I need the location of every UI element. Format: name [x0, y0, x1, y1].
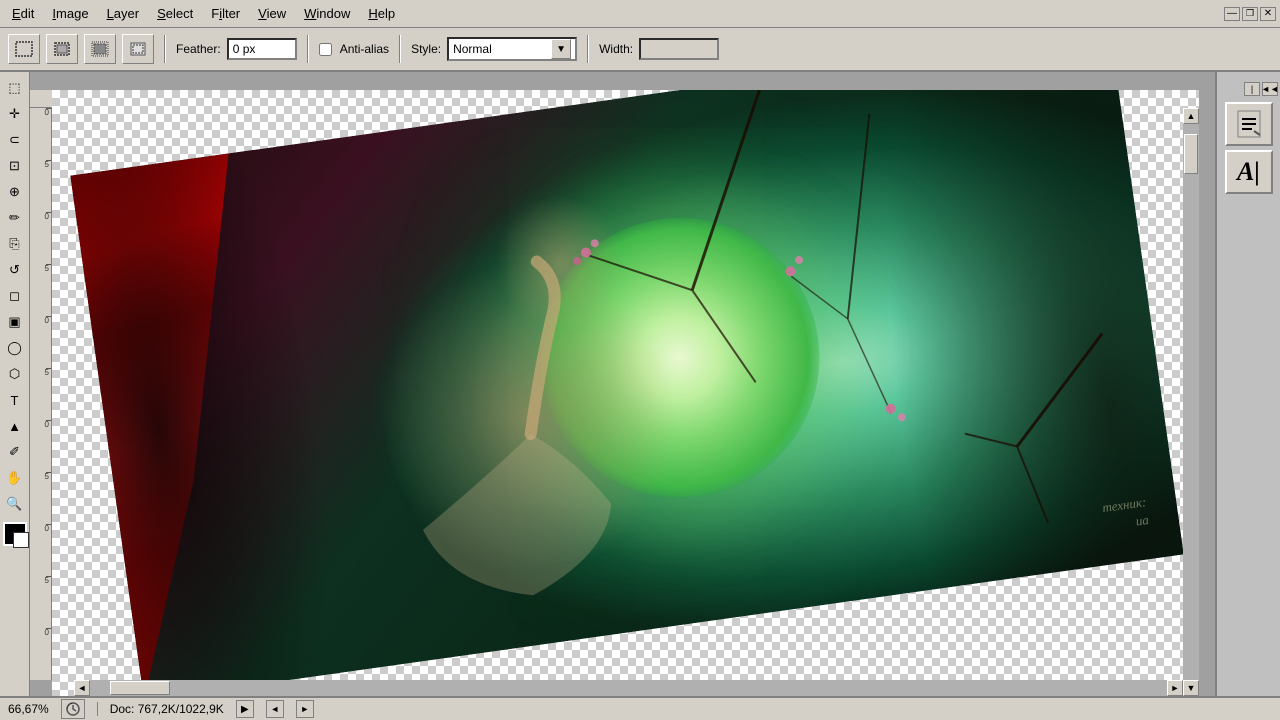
- style-label: Style:: [411, 42, 441, 56]
- tool-path[interactable]: ⬡: [3, 362, 27, 386]
- ruler-v-tick: 0: [31, 628, 49, 637]
- tool-eyedropper[interactable]: ✐: [3, 440, 27, 464]
- style-dropdown[interactable]: Normal ▼: [447, 37, 577, 61]
- tool-zoom[interactable]: 🔍: [3, 492, 27, 516]
- lasso-button[interactable]: [84, 34, 116, 64]
- ruler-v-tick: 0: [31, 420, 49, 429]
- anti-alias-label: Anti-alias: [340, 42, 389, 56]
- main-area: ⬚ ✛ ⊂ ⊡ ⊕ ✏ ⎘ ↺ ◻ ▣ ◯ ⬡ T ▲ ✐ ✋ 🔍 050100…: [0, 72, 1280, 696]
- scroll-thumb-horizontal[interactable]: [110, 681, 170, 695]
- zoom-history-button[interactable]: [61, 699, 85, 719]
- rectangular-marquee-button[interactable]: [8, 34, 40, 64]
- feather-label: Feather:: [176, 42, 221, 56]
- tool-lasso[interactable]: ⊂: [3, 128, 27, 152]
- canvas-area[interactable]: техник:ua ▲ ▼ ◄ ►: [52, 90, 1199, 696]
- menu-layer[interactable]: Layer: [99, 3, 148, 24]
- canvas-wrapper: 050100150200250300350400450500550600 050…: [30, 72, 1215, 696]
- tool-brush[interactable]: ✏: [3, 206, 27, 230]
- scroll-thumb-vertical[interactable]: [1184, 134, 1198, 174]
- ruler-v-tick: 5: [31, 160, 49, 169]
- style-dropdown-arrow: ▼: [551, 39, 571, 59]
- tool-dodge[interactable]: ◯: [3, 336, 27, 360]
- play-button[interactable]: ▶: [236, 700, 254, 718]
- tool-stamp[interactable]: ⎘: [3, 232, 27, 256]
- restore-button[interactable]: ❐: [1242, 7, 1258, 21]
- right-panel: | ◄◄ A|: [1215, 72, 1280, 696]
- scroll-right-button[interactable]: ►: [1167, 680, 1183, 696]
- ruler-v-tick: 5: [31, 264, 49, 273]
- doc-info: Doc: 767,2K/1022,9K: [110, 702, 224, 716]
- figure-element: [289, 152, 861, 592]
- ruler-v-tick: 0: [31, 108, 49, 117]
- menu-edit[interactable]: Edit: [4, 3, 42, 24]
- nav-next-button[interactable]: ►: [296, 700, 314, 718]
- tool-shape[interactable]: ▲: [3, 414, 27, 438]
- scroll-track-vertical[interactable]: [1183, 124, 1199, 680]
- style-value: Normal: [453, 42, 492, 56]
- scroll-up-button[interactable]: ▲: [1183, 108, 1199, 124]
- scrollbar-vertical[interactable]: ▲ ▼: [1183, 108, 1199, 696]
- menu-select[interactable]: Select: [149, 3, 201, 24]
- scroll-track-horizontal[interactable]: [90, 680, 1167, 696]
- foreground-color[interactable]: [3, 522, 27, 546]
- tool-eraser[interactable]: ◻: [3, 284, 27, 308]
- tool-text[interactable]: T: [3, 388, 27, 412]
- zoom-level: 66,67%: [8, 702, 49, 716]
- menu-window[interactable]: Window: [296, 3, 358, 24]
- toolbar-separator-1: [164, 35, 166, 63]
- width-label: Width:: [599, 42, 633, 56]
- tool-hand[interactable]: ✋: [3, 466, 27, 490]
- toolbar-separator-3: [399, 35, 401, 63]
- ruler-vertical: 0505050505050: [30, 108, 52, 680]
- width-input[interactable]: [639, 38, 719, 60]
- status-separator-1: [97, 702, 98, 716]
- status-bar: 66,67% Doc: 767,2K/1022,9K ▶ ◄ ►: [0, 696, 1280, 720]
- toolbar: Feather: Anti-alias Style: Normal ▼ Widt…: [0, 28, 1280, 72]
- ruler-v-tick: 0: [31, 524, 49, 533]
- panel-scroll-btn2[interactable]: ◄◄: [1262, 82, 1278, 96]
- menu-view[interactable]: View: [250, 3, 294, 24]
- close-button[interactable]: ✕: [1260, 7, 1276, 21]
- move-button[interactable]: [46, 34, 78, 64]
- tool-gradient[interactable]: ▣: [3, 310, 27, 334]
- scroll-down-button[interactable]: ▼: [1183, 680, 1199, 696]
- panel-controls: | ◄◄: [1217, 80, 1280, 98]
- menu-filter[interactable]: Filter: [203, 3, 248, 24]
- scroll-left-button[interactable]: ◄: [74, 680, 90, 696]
- ruler-v-tick: 0: [31, 316, 49, 325]
- panel-paragraph-button[interactable]: [1225, 102, 1273, 146]
- watermark: техник:ua: [1101, 493, 1150, 535]
- panel-scroll-btn1[interactable]: |: [1244, 82, 1260, 96]
- tool-history[interactable]: ↺: [3, 258, 27, 282]
- menu-bar: Edit Image Layer Select Filter View Wind…: [0, 0, 1280, 28]
- magic-wand-button[interactable]: [122, 34, 154, 64]
- ruler-v-tick: 5: [31, 472, 49, 481]
- scrollbar-horizontal[interactable]: ◄ ►: [74, 680, 1183, 696]
- minimize-button[interactable]: —: [1224, 7, 1240, 21]
- feather-input[interactable]: [227, 38, 297, 60]
- tool-move[interactable]: ✛: [3, 102, 27, 126]
- ruler-v-tick: 5: [31, 368, 49, 377]
- ruler-v-tick: 5: [31, 576, 49, 585]
- tool-heal[interactable]: ⊕: [3, 180, 27, 204]
- anti-alias-checkbox[interactable]: [319, 43, 332, 56]
- toolbar-separator-4: [587, 35, 589, 63]
- menu-image[interactable]: Image: [44, 3, 96, 24]
- tool-selection[interactable]: ⬚: [3, 76, 27, 100]
- ruler-v-tick: 0: [31, 212, 49, 221]
- panel-text-button[interactable]: A|: [1225, 150, 1273, 194]
- left-toolbar: ⬚ ✛ ⊂ ⊡ ⊕ ✏ ⎘ ↺ ◻ ▣ ◯ ⬡ T ▲ ✐ ✋ 🔍: [0, 72, 30, 696]
- tool-crop[interactable]: ⊡: [3, 154, 27, 178]
- toolbar-separator-2: [307, 35, 309, 63]
- menu-help[interactable]: Help: [360, 3, 403, 24]
- nav-prev-button[interactable]: ◄: [266, 700, 284, 718]
